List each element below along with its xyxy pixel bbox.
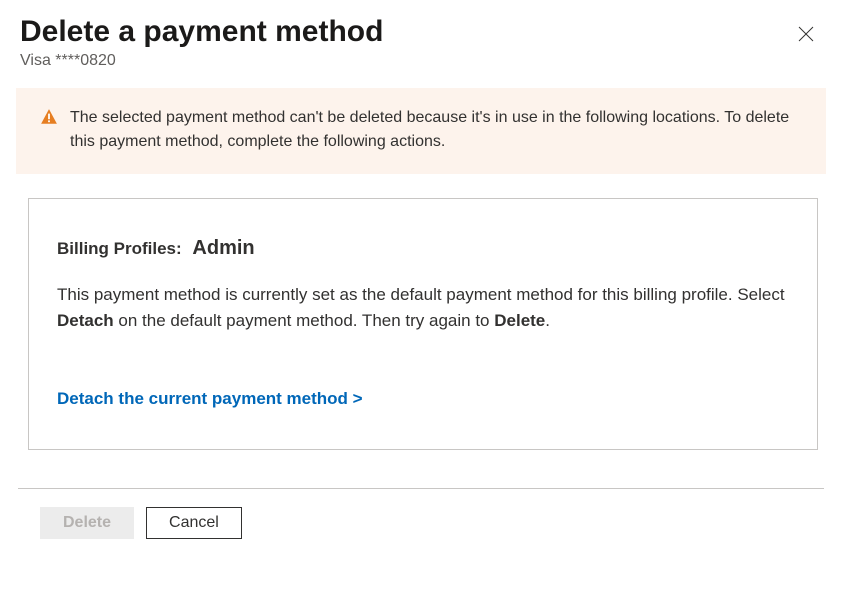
cancel-button[interactable]: Cancel bbox=[146, 507, 242, 539]
desc-bold-detach: Detach bbox=[57, 311, 114, 330]
warning-icon bbox=[40, 108, 58, 131]
desc-text: This payment method is currently set as … bbox=[57, 285, 785, 304]
footer-buttons: Delete Cancel bbox=[0, 489, 842, 539]
card-header-label: Billing Profiles: bbox=[57, 239, 182, 258]
warning-banner: The selected payment method can't be del… bbox=[16, 88, 826, 174]
close-icon bbox=[798, 26, 814, 42]
title-block: Delete a payment method Visa ****0820 bbox=[20, 14, 790, 70]
desc-text: . bbox=[545, 311, 550, 330]
detach-link[interactable]: Detach the current payment method > bbox=[57, 389, 363, 409]
card-header: Billing Profiles: Admin bbox=[57, 237, 789, 260]
billing-profile-card: Billing Profiles: Admin This payment met… bbox=[28, 198, 818, 450]
delete-button: Delete bbox=[40, 507, 134, 539]
dialog-title: Delete a payment method bbox=[20, 14, 790, 50]
payment-method-subtitle: Visa ****0820 bbox=[20, 52, 790, 70]
card-description: This payment method is currently set as … bbox=[57, 282, 789, 335]
close-button[interactable] bbox=[790, 18, 822, 50]
desc-bold-delete: Delete bbox=[494, 311, 545, 330]
card-header-value: Admin bbox=[192, 237, 254, 259]
warning-text: The selected payment method can't be del… bbox=[70, 106, 802, 154]
dialog-header: Delete a payment method Visa ****0820 bbox=[0, 0, 842, 70]
desc-text: on the default payment method. Then try … bbox=[114, 311, 495, 330]
